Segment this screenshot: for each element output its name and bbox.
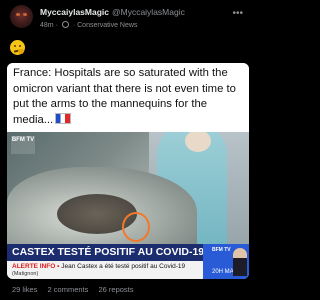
author-line: MyccaiylasMagic @MyccaiylasMagic bbox=[40, 7, 185, 17]
engagement-bar: 29 likes 2 comments 26 reposts bbox=[12, 285, 142, 294]
post-time[interactable]: 48m bbox=[40, 22, 54, 29]
channel-logo: BFM TV bbox=[11, 136, 35, 154]
more-options-icon[interactable]: ••• bbox=[232, 8, 243, 19]
meme-caption: France: Hospitals are so saturated with … bbox=[7, 63, 249, 132]
dot-separator: · bbox=[72, 22, 76, 29]
emoji-hand bbox=[18, 49, 24, 54]
avatar-eye bbox=[16, 13, 20, 16]
likes-count[interactable]: 29 likes bbox=[12, 285, 37, 294]
caption-text: France: Hospitals are so saturated with … bbox=[13, 67, 236, 126]
headline-text: CASTEX TESTÉ POSITIF AU COVID-19 bbox=[12, 246, 205, 258]
post-media[interactable]: France: Hospitals are so saturated with … bbox=[7, 63, 249, 279]
alert-location: (Matignon) bbox=[12, 271, 39, 277]
emoji-eye bbox=[14, 45, 16, 47]
globe-icon bbox=[61, 21, 69, 28]
display-name[interactable]: MyccaiylasMagic bbox=[40, 7, 109, 17]
highlight-circle bbox=[122, 212, 150, 242]
news-photo: BFM TV bbox=[7, 132, 249, 250]
alert-text: Jean Castex a été testé positif au Covid… bbox=[61, 263, 186, 270]
alert-label: ALERTE INFO • bbox=[12, 263, 60, 270]
reposts-count[interactable]: 26 reposts bbox=[98, 285, 133, 294]
source-label[interactable]: Conservative News bbox=[77, 22, 137, 29]
alert-line: ALERTE INFO • Jean Castex a été testé po… bbox=[12, 263, 185, 270]
thinking-face-icon bbox=[10, 40, 25, 55]
channel-badge: BFM TV bbox=[212, 247, 231, 253]
handle[interactable]: @MyccaiylasMagic bbox=[112, 7, 185, 17]
emoji-eye bbox=[19, 45, 21, 47]
avatar-eye bbox=[23, 13, 27, 16]
post-header: MyccaiylasMagic @MyccaiylasMagic 48m · · … bbox=[0, 0, 255, 40]
avatar[interactable] bbox=[10, 5, 33, 28]
post-meta: 48m · · Conservative News bbox=[40, 21, 137, 29]
separator-dot: · bbox=[55, 22, 58, 29]
comments-count[interactable]: 2 comments bbox=[48, 285, 89, 294]
news-chyron: CASTEX TESTÉ POSITIF AU COVID-19 ALERTE … bbox=[7, 244, 249, 279]
anchor-thumbnail bbox=[233, 248, 247, 276]
france-flag-icon bbox=[55, 112, 72, 124]
